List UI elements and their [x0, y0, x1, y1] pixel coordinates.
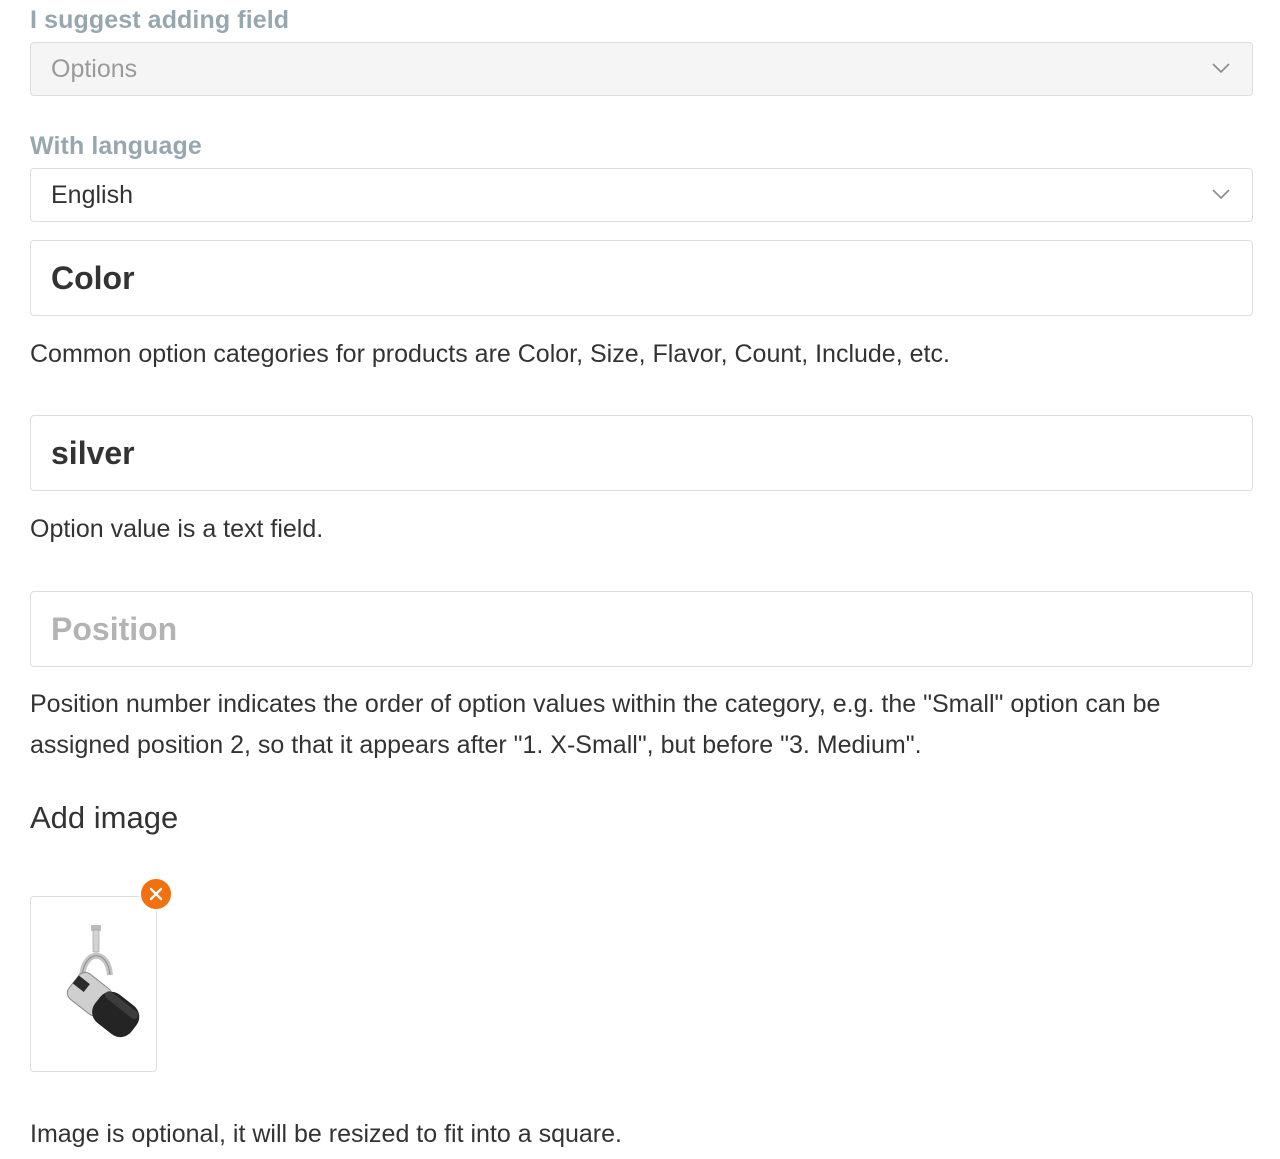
- chevron-down-icon: [1212, 189, 1230, 200]
- language-select[interactable]: English: [30, 168, 1253, 222]
- position-placeholder: Position: [51, 610, 178, 647]
- option-value-help: Option value is a text field.: [30, 515, 324, 543]
- remove-image-button[interactable]: [139, 877, 173, 911]
- language-value: English: [51, 180, 133, 209]
- suggest-field-select: Options: [30, 42, 1253, 96]
- language-label: With language: [30, 132, 202, 160]
- option-category-input[interactable]: Color: [30, 240, 1253, 316]
- suggest-field-label: I suggest adding field: [30, 6, 290, 34]
- position-help: Position number indicates the order of o…: [30, 690, 1161, 759]
- chevron-down-icon: [1212, 63, 1230, 74]
- image-thumbnail[interactable]: [30, 896, 157, 1072]
- option-category-value: Color: [51, 259, 135, 296]
- option-category-help: Common option categories for products ar…: [30, 340, 950, 368]
- option-value-input[interactable]: silver: [30, 415, 1253, 491]
- microphone-image: [66, 925, 139, 1038]
- position-input[interactable]: Position: [30, 591, 1253, 667]
- option-value-text: silver: [51, 434, 135, 471]
- close-icon: [149, 887, 163, 901]
- suggest-field-value: Options: [51, 54, 138, 83]
- image-help: Image is optional, it will be resized to…: [30, 1120, 622, 1148]
- add-image-title: Add image: [30, 800, 179, 835]
